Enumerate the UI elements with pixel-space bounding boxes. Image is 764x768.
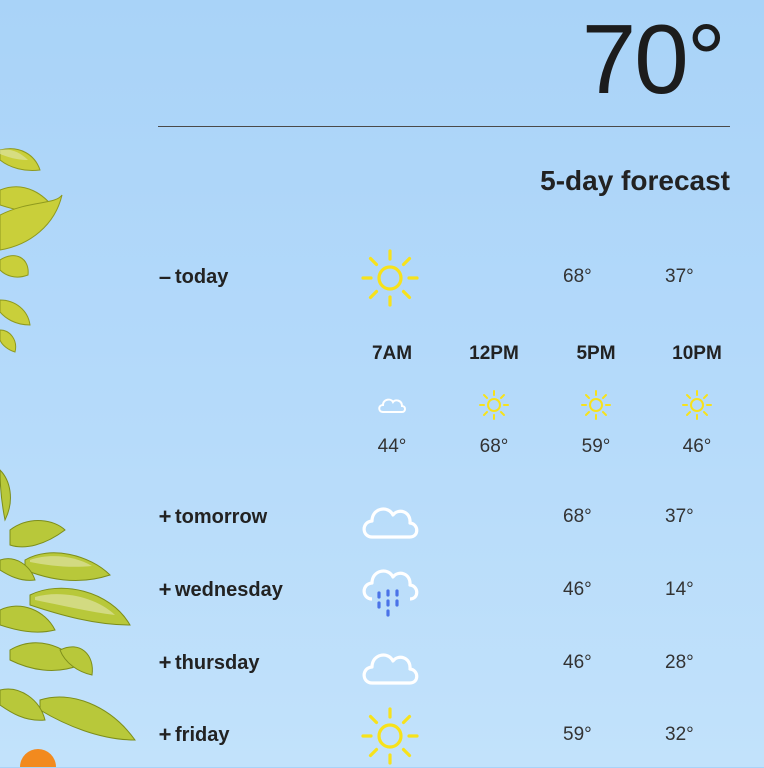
day-row-friday[interactable]: + friday 59° 32° — [158, 704, 758, 768]
hour-temp: 46° — [682, 436, 712, 457]
hour-column: 5PM 59° — [546, 340, 646, 458]
hour-time: 5PM — [576, 343, 616, 364]
hour-temp: 68° — [479, 436, 509, 457]
sun-icon — [361, 249, 419, 307]
expand-toggle[interactable]: + — [158, 650, 172, 676]
low-temp: 37° — [665, 266, 694, 287]
cloud-icon — [362, 653, 419, 685]
day-label[interactable]: friday — [175, 724, 229, 747]
low-temp: 37° — [665, 506, 694, 527]
high-temp: 68° — [563, 266, 592, 287]
day-label[interactable]: thursday — [175, 652, 259, 675]
expand-toggle[interactable]: + — [158, 577, 172, 603]
hour-time: 10PM — [672, 343, 722, 364]
day-row-thursday[interactable]: + thursday 46° 28° — [158, 632, 758, 696]
sun-icon — [581, 390, 611, 420]
sun-icon — [361, 707, 419, 765]
hourly-forecast: 7AM 44° 12PM 68° 5PM 59° 10PM 46° — [342, 340, 752, 470]
day-row-tomorrow[interactable]: + tomorrow 68° 37° — [158, 486, 758, 550]
sun-icon — [682, 390, 712, 420]
day-row-today[interactable]: – today 68° 37° — [158, 246, 758, 310]
hour-temp: 59° — [581, 436, 611, 457]
background-foliage — [0, 148, 136, 767]
high-temp: 59° — [563, 724, 592, 745]
divider — [158, 126, 730, 127]
hour-column: 10PM 46° — [647, 340, 747, 458]
high-temp: 46° — [563, 579, 592, 600]
low-temp: 28° — [665, 652, 694, 673]
rain-icon — [362, 569, 419, 617]
sun-icon — [479, 390, 509, 420]
current-temperature: 70° — [581, 4, 726, 114]
day-row-wednesday[interactable]: + wednesday 46° 14° — [158, 559, 758, 623]
hour-temp: 44° — [377, 436, 407, 457]
collapse-toggle[interactable]: – — [158, 264, 172, 290]
hour-time: 7AM — [371, 343, 413, 364]
high-temp: 68° — [563, 506, 592, 527]
high-temp: 46° — [563, 652, 592, 673]
cloud-icon — [378, 398, 406, 413]
expand-toggle[interactable]: + — [158, 722, 172, 748]
expand-toggle[interactable]: + — [158, 504, 172, 530]
low-temp: 32° — [665, 724, 694, 745]
forecast-title: 5-day forecast — [540, 165, 730, 196]
cloud-icon — [362, 507, 419, 539]
day-label[interactable]: today — [175, 266, 228, 289]
hour-column: 12PM 68° — [444, 340, 544, 458]
day-label[interactable]: wednesday — [175, 579, 283, 602]
low-temp: 14° — [665, 579, 694, 600]
day-label[interactable]: tomorrow — [175, 506, 267, 529]
hour-time: 12PM — [469, 343, 519, 364]
hour-column: 7AM 44° — [342, 340, 442, 458]
